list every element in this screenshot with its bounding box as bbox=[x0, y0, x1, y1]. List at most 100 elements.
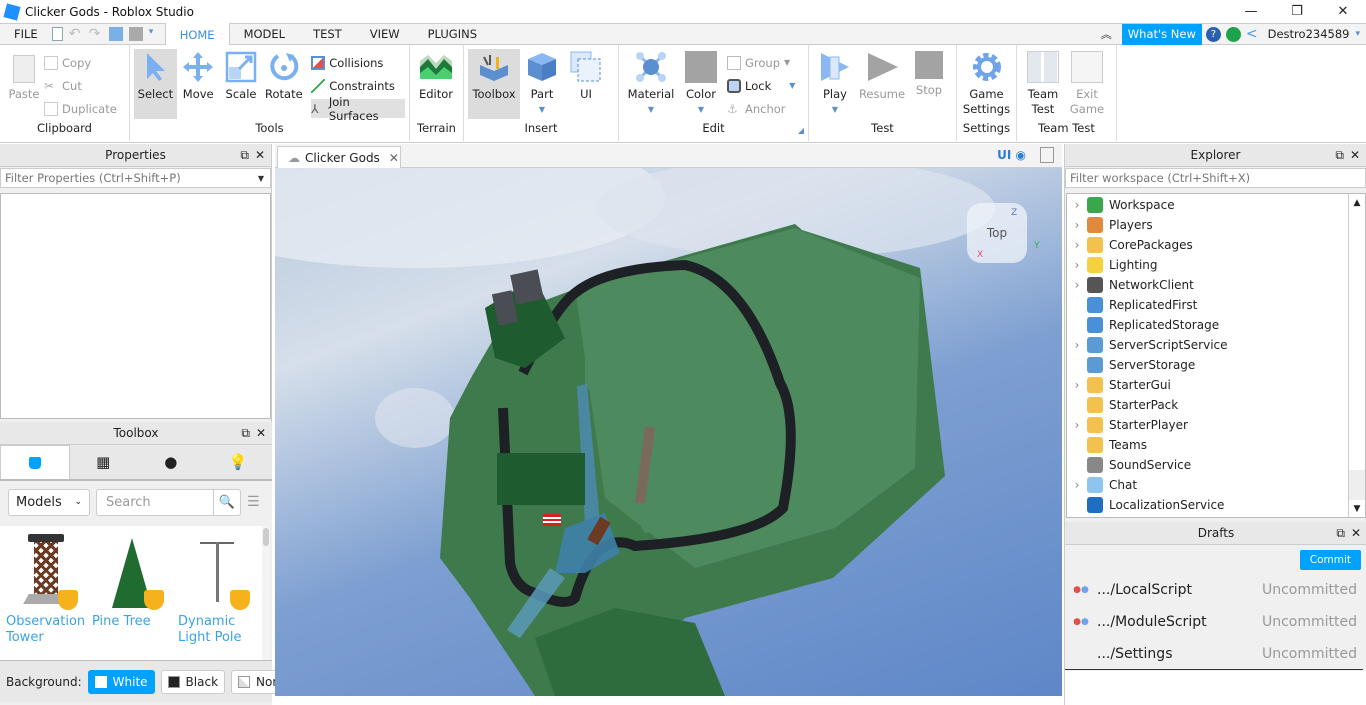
lock-dropdown-icon[interactable]: ▼ bbox=[789, 81, 795, 90]
close-panel-icon[interactable]: ✕ bbox=[255, 148, 265, 163]
redo-icon[interactable]: ↷ bbox=[89, 27, 103, 41]
color-dropdown-icon[interactable]: ▼ bbox=[698, 102, 704, 117]
explorer-item-lighting[interactable]: › Lighting bbox=[1067, 255, 1365, 275]
tab-recent[interactable]: ● bbox=[137, 445, 205, 479]
explorer-item-chat[interactable]: › Chat bbox=[1067, 475, 1365, 495]
explorer-item-workspace[interactable]: › Workspace bbox=[1067, 195, 1365, 215]
asset-item[interactable]: Dynamic Light Pole bbox=[178, 534, 258, 660]
terrain-editor-button[interactable]: Editor bbox=[414, 49, 458, 102]
tab-model[interactable]: MODEL bbox=[230, 23, 300, 45]
group-button[interactable]: Group ▼ bbox=[727, 53, 799, 72]
draft-item[interactable]: ● ● .../LocalScript Uncommitted bbox=[1065, 574, 1363, 606]
expand-chevron-icon[interactable]: › bbox=[1067, 418, 1087, 432]
category-dropdown[interactable]: Models ⌄ bbox=[8, 488, 90, 516]
filter-sliders-icon[interactable]: ☰ bbox=[247, 494, 260, 510]
filter-properties-input[interactable]: Filter Properties (Ctrl+Shift+P) ▼ bbox=[0, 168, 271, 188]
draft-item[interactable]: .../Settings Uncommitted bbox=[1065, 638, 1363, 670]
ui-button[interactable]: UI bbox=[564, 49, 608, 102]
cut-button[interactable]: ✂ Cut bbox=[44, 76, 121, 95]
explorer-item-players[interactable]: › Players bbox=[1067, 215, 1365, 235]
expand-chevron-icon[interactable]: › bbox=[1067, 378, 1087, 392]
explorer-item-startergui[interactable]: › StarterGui bbox=[1067, 375, 1365, 395]
expand-chevron-icon[interactable]: › bbox=[1067, 238, 1087, 252]
part-button[interactable]: Part ▼ bbox=[520, 49, 564, 117]
explorer-item-networkclient[interactable]: › NetworkClient bbox=[1067, 275, 1365, 295]
scroll-up-icon[interactable]: ▲ bbox=[1349, 194, 1365, 211]
undock-icon[interactable]: ⧉ bbox=[1335, 148, 1344, 163]
exit-game-button[interactable]: Exit Game bbox=[1065, 49, 1109, 117]
color-button[interactable]: Color ▼ bbox=[679, 49, 723, 117]
close-tab-icon[interactable]: ✕ bbox=[389, 151, 399, 165]
tab-inventory[interactable]: ▦ bbox=[70, 445, 138, 479]
share-icon[interactable]: < bbox=[1246, 26, 1258, 42]
file-menu[interactable]: FILE bbox=[0, 27, 52, 41]
background-black-button[interactable]: Black bbox=[160, 669, 226, 694]
undock-icon[interactable]: ⧉ bbox=[1336, 526, 1345, 541]
username-menu[interactable]: Destro234589 bbox=[1268, 27, 1350, 41]
explorer-scrollbar[interactable]: ▲ ▼ bbox=[1348, 194, 1365, 517]
duplicate-button[interactable]: Duplicate bbox=[44, 99, 121, 118]
explorer-item-replicatedstorage[interactable]: ReplicatedStorage bbox=[1067, 315, 1365, 335]
team-test-button[interactable]: Team Test bbox=[1021, 49, 1065, 117]
scale-button[interactable]: Scale bbox=[220, 49, 263, 102]
rotate-button[interactable]: Rotate bbox=[262, 49, 305, 102]
commit-button[interactable]: Commit bbox=[1299, 550, 1361, 570]
material-button[interactable]: Material ▼ bbox=[623, 49, 679, 117]
constraints-toggle[interactable]: Constraints bbox=[311, 76, 405, 95]
scroll-down-icon[interactable]: ▼ bbox=[1349, 500, 1365, 517]
material-dropdown-icon[interactable]: ▼ bbox=[648, 102, 654, 117]
device-emulator-icon[interactable] bbox=[1040, 147, 1054, 163]
tab-home[interactable]: HOME bbox=[164, 23, 230, 46]
asset-item[interactable]: Observation Tower bbox=[6, 534, 86, 660]
move-button[interactable]: Move bbox=[177, 49, 220, 102]
tab-marketplace[interactable] bbox=[0, 445, 70, 479]
play-button[interactable]: Play ▼ bbox=[813, 49, 857, 117]
close-panel-icon[interactable]: ✕ bbox=[1350, 148, 1360, 163]
tab-test[interactable]: TEST bbox=[299, 23, 356, 45]
stop-icon[interactable] bbox=[128, 27, 143, 41]
explorer-item-serverstorage[interactable]: ServerStorage bbox=[1067, 355, 1365, 375]
paste-button[interactable]: Paste bbox=[4, 49, 44, 102]
minimize-button[interactable]: — bbox=[1228, 0, 1274, 23]
close-panel-icon[interactable]: ✕ bbox=[1351, 526, 1361, 541]
filter-dropdown-icon[interactable]: ▼ bbox=[258, 174, 264, 183]
join-surfaces-toggle[interactable]: ⅄ Join Surfaces bbox=[311, 95, 406, 123]
explorer-item-corepackages[interactable]: › CorePackages bbox=[1067, 235, 1365, 255]
explorer-item-serverscriptservice[interactable]: › ServerScriptService bbox=[1067, 335, 1365, 355]
help-icon[interactable]: ? bbox=[1205, 26, 1221, 42]
undock-icon[interactable]: ⧉ bbox=[240, 148, 249, 163]
tab-creations[interactable]: 💡 bbox=[205, 445, 273, 479]
game-settings-button[interactable]: Game Settings bbox=[961, 49, 1012, 117]
asset-scrollbar[interactable] bbox=[262, 526, 270, 660]
lock-button[interactable]: Lock ▼ bbox=[727, 76, 799, 95]
3d-viewport[interactable]: Top X Y Z bbox=[275, 168, 1062, 696]
tab-view[interactable]: VIEW bbox=[356, 23, 414, 45]
expand-chevron-icon[interactable]: › bbox=[1067, 338, 1087, 352]
explorer-item-teams[interactable]: Teams bbox=[1067, 435, 1365, 455]
new-file-icon[interactable] bbox=[51, 27, 63, 41]
status-icon[interactable] bbox=[1225, 26, 1241, 42]
expand-chevron-icon[interactable]: › bbox=[1067, 258, 1087, 272]
expand-chevron-icon[interactable]: › bbox=[1067, 478, 1087, 492]
place-tab[interactable]: ☁ Clicker Gods ✕ bbox=[277, 146, 401, 168]
expand-chevron-icon[interactable]: › bbox=[1067, 198, 1087, 212]
close-panel-icon[interactable]: ✕ bbox=[256, 426, 266, 441]
view-cube[interactable]: Top bbox=[967, 203, 1027, 263]
expand-chevron-icon[interactable]: › bbox=[1067, 278, 1087, 292]
explorer-item-starterplayer[interactable]: › StarterPlayer bbox=[1067, 415, 1365, 435]
toolbox-button[interactable]: Toolbox bbox=[468, 49, 520, 119]
draft-item[interactable]: ● ● .../ModuleScript Uncommitted bbox=[1065, 606, 1363, 638]
background-white-button[interactable]: White bbox=[87, 669, 155, 694]
resume-button[interactable]: Resume bbox=[857, 49, 907, 102]
stop-button[interactable]: Stop bbox=[907, 49, 951, 98]
expand-chevron-icon[interactable]: › bbox=[1067, 218, 1087, 232]
collapse-ribbon-icon[interactable]: ︽ bbox=[1101, 26, 1112, 42]
undock-icon[interactable]: ⧉ bbox=[241, 426, 250, 441]
edit-more-icon[interactable]: ◢ bbox=[798, 126, 804, 135]
whats-new-button[interactable]: What's New bbox=[1121, 23, 1202, 45]
scroll-thumb[interactable] bbox=[1349, 470, 1365, 500]
collisions-toggle[interactable]: Collisions bbox=[311, 53, 405, 72]
part-dropdown-icon[interactable]: ▼ bbox=[539, 102, 545, 117]
asset-item[interactable]: Pine Tree bbox=[92, 534, 172, 660]
filter-workspace-input[interactable]: Filter workspace (Ctrl+Shift+X) bbox=[1065, 168, 1366, 188]
